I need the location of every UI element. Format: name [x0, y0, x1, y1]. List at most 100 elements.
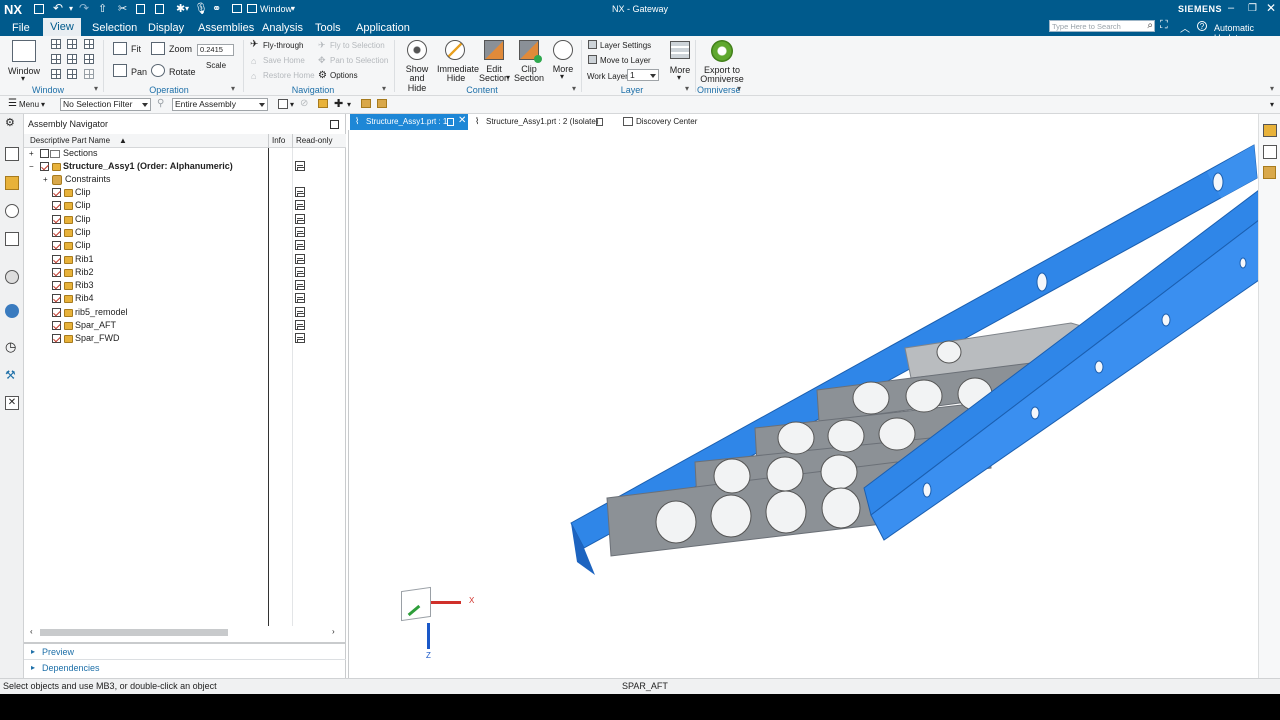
add-component-dropdown-icon[interactable]: ▾ [347, 100, 351, 109]
layer-more-button[interactable]: More ▾ [665, 39, 695, 85]
tree-row-sections[interactable]: + Sections [24, 147, 346, 160]
part-visibility-checkbox[interactable] [52, 254, 61, 264]
zoom-button[interactable]: Zoom [169, 44, 192, 54]
tree-row-part[interactable]: Clip [24, 186, 346, 199]
main-menu-dropdown-icon[interactable]: ▾ [41, 100, 45, 109]
selection-scope-select[interactable]: Entire Assembly [172, 98, 268, 111]
show-and-hide-button[interactable]: Show and Hide [399, 39, 435, 93]
assembly-navigator-icon[interactable] [5, 176, 19, 190]
menu-view[interactable]: View [43, 18, 81, 36]
sections-checkbox[interactable] [40, 149, 49, 158]
fit-icon[interactable] [113, 42, 127, 55]
select-parts-icon[interactable] [318, 99, 328, 108]
export-to-omniverse-button[interactable]: Export to Omniverse [700, 39, 744, 85]
options-icon[interactable]: ⚙ [318, 70, 327, 81]
fly-through-icon[interactable]: ✈ [250, 39, 258, 50]
navigator-horizontal-scrollbar[interactable]: ‹ › [24, 626, 344, 638]
move-to-layer-icon[interactable] [588, 55, 597, 64]
layout-two-vertical-icon[interactable] [67, 39, 77, 49]
preview-section[interactable]: ▸ Preview [24, 645, 346, 659]
window-menu-dropdown-icon[interactable]: ▾ [291, 4, 295, 13]
window-button[interactable]: Window ▾ [6, 40, 42, 84]
tree-row-part[interactable]: Rib2 [24, 266, 346, 279]
deselect-all-icon[interactable]: ⊘ [300, 98, 308, 109]
roles-icon[interactable]: ⚒ [5, 368, 19, 382]
scroll-right-icon[interactable]: › [332, 627, 335, 636]
tree-row-part[interactable]: Clip [24, 199, 346, 212]
graphics-window[interactable]: X Z [348, 130, 1260, 678]
roles-palette-icon[interactable] [1263, 124, 1277, 137]
expand-icon[interactable]: + [43, 173, 48, 186]
main-menu-button[interactable]: Menu [19, 100, 39, 109]
tree-row-part[interactable]: Clip [24, 226, 346, 239]
fly-to-selection-icon[interactable]: ✈ [318, 40, 326, 51]
minimize-button[interactable]: ‒ [1228, 2, 1234, 14]
rotate-button[interactable]: Rotate [169, 67, 196, 77]
tree-row-part[interactable]: Spar_FWD [24, 332, 346, 345]
tree-row-part[interactable]: Spar_AFT [24, 319, 346, 332]
tree-row-part[interactable]: Rib4 [24, 292, 346, 305]
part-visibility-checkbox[interactable] [52, 281, 61, 291]
command-search-input[interactable]: Type Here to Search ⌕ [1049, 20, 1155, 32]
fit-button[interactable]: Fit [131, 44, 141, 54]
help-icon[interactable]: ? [1197, 21, 1207, 31]
tree-row-part[interactable]: Rib1 [24, 253, 346, 266]
content-more-button[interactable]: More ▾ [549, 39, 577, 85]
view-triad[interactable]: X Z [397, 585, 487, 665]
save-home-button[interactable]: Save Home [263, 56, 305, 65]
paste-icon[interactable] [155, 4, 164, 14]
tree-row-part[interactable]: Clip [24, 239, 346, 252]
operation-group-dropdown-icon[interactable]: ▾ [231, 84, 235, 93]
part-visibility-checkbox[interactable] [52, 307, 61, 317]
layer-settings-icon[interactable] [588, 40, 597, 49]
resource-bar-settings-icon[interactable]: ⚙ [5, 116, 19, 130]
undo-icon[interactable]: ↶ [53, 1, 63, 15]
scroll-left-icon[interactable]: ‹ [30, 627, 33, 636]
layout-two-horizontal-icon[interactable] [84, 39, 94, 49]
reuse-library-icon[interactable] [5, 232, 19, 246]
maximize-panel-icon[interactable] [330, 120, 339, 129]
pan-to-selection-icon[interactable]: ✥ [318, 55, 326, 66]
document-icon[interactable] [1263, 145, 1277, 159]
column-descriptive-part-name[interactable]: Descriptive Part Name [30, 136, 110, 145]
save-home-icon[interactable]: ⌂ [251, 56, 256, 66]
clip-section-button[interactable]: Clip Section [512, 39, 546, 85]
fly-through-button[interactable]: Fly-through [263, 41, 303, 50]
navigation-group-dropdown-icon[interactable]: ▾ [382, 84, 386, 93]
fullscreen-icon[interactable]: ⛶ [1160, 19, 1168, 32]
microphone-icon[interactable]: 🎙︎ [194, 2, 208, 15]
ribbon-overflow-icon[interactable]: ▾ [1270, 84, 1274, 93]
scrollbar-thumb[interactable] [40, 629, 228, 636]
pan-to-selection-button[interactable]: Pan to Selection [330, 56, 388, 65]
copy-icon[interactable] [136, 4, 145, 14]
redo-icon[interactable]: ↷ [79, 1, 89, 15]
layout-single-icon[interactable] [51, 39, 61, 49]
search-icon[interactable]: ⌕ [1147, 20, 1153, 31]
system-materials-icon[interactable]: ✕ [5, 396, 19, 410]
options-button[interactable]: Options [330, 71, 358, 80]
tree-row-root-assembly[interactable]: − Structure_Assy1 (Order: Alphanumeric) [24, 160, 346, 173]
pan-button[interactable]: Pan [131, 67, 147, 77]
tree-row-part[interactable]: rib5_remodel [24, 306, 346, 319]
selbar-overflow-icon[interactable]: ▾ [1270, 100, 1274, 109]
menu-analysis[interactable]: Analysis [262, 22, 303, 34]
touch-mode-icon[interactable]: ✱ [176, 2, 185, 15]
assembly-icon[interactable] [361, 99, 371, 108]
layout-three-right-icon[interactable] [67, 54, 77, 64]
layer-group-dropdown-icon[interactable]: ▾ [685, 84, 689, 93]
collapse-icon[interactable]: − [29, 160, 34, 173]
tree-row-part[interactable]: Clip [24, 213, 346, 226]
window-group-dropdown-icon[interactable]: ▾ [94, 84, 98, 93]
link-icon[interactable]: ⚭ [212, 2, 221, 15]
layout-four-alt-icon[interactable] [67, 69, 77, 79]
menu-application[interactable]: Application [356, 22, 410, 34]
quick-access-dropdown-icon[interactable]: ▾ [185, 4, 189, 13]
fly-to-selection-button[interactable]: Fly to Selection [330, 41, 385, 50]
part-visibility-checkbox[interactable] [52, 294, 61, 304]
part-visibility-checkbox[interactable] [52, 188, 61, 197]
omniverse-group-dropdown-icon[interactable]: ▾ [737, 84, 741, 93]
tab-discovery-center[interactable]: Discovery Center [621, 114, 711, 130]
collapse-ribbon-icon[interactable]: ︿ [1180, 20, 1190, 35]
edit-section-dropdown-icon[interactable]: ▾ [506, 73, 510, 82]
repeat-command-icon[interactable]: ⇧ [98, 2, 107, 15]
